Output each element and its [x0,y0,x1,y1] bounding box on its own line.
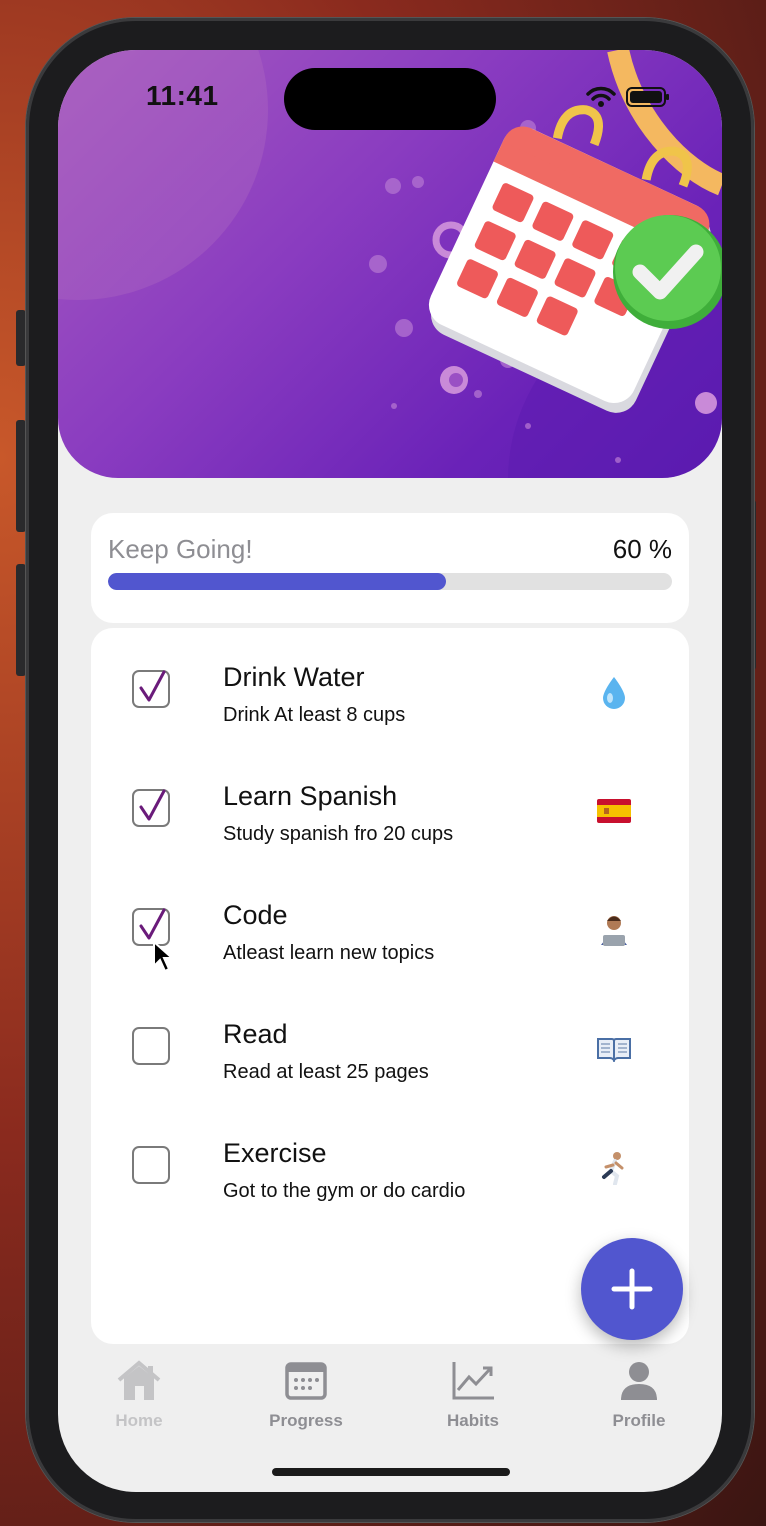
tab-profile[interactable]: Profile [584,1360,694,1431]
home-indicator[interactable] [272,1468,510,1476]
add-habit-button[interactable] [581,1238,683,1340]
progress-card: Keep Going! 60 % [91,513,689,623]
progress-bar [108,573,672,590]
habit-checkbox[interactable] [132,789,170,827]
tab-home[interactable]: Home [84,1360,194,1431]
technologist-icon [596,912,632,948]
habit-title: Learn Spanish [223,781,398,811]
app-screen: 11:41 Keep Going! 60 % Drink Water Drink… [58,50,722,1492]
droplet-icon [596,674,632,710]
habit-title: Drink Water [223,662,365,692]
calendar-icon [285,1362,327,1400]
volume-up-button [16,420,26,532]
progress-percent: 60 % [612,534,672,564]
tab-label: Home [115,1411,163,1430]
spain-flag-icon [596,793,632,829]
open-book-icon [596,1031,632,1067]
wifi-icon [586,86,616,107]
home-icon [117,1360,161,1400]
habit-subtitle: Read at least 25 pages [223,1061,429,1083]
action-button [16,310,26,366]
status-time: 11:41 [146,80,219,111]
tab-label: Habits [447,1411,499,1430]
tab-bar: Home Progress Habits Profile [58,1350,722,1450]
tab-progress[interactable]: Progress [251,1360,361,1431]
habit-list: Drink Water Drink At least 8 cups Learn … [91,628,689,1344]
checkmark-icon [139,789,166,821]
status-icons [586,86,670,108]
battery-icon [626,87,669,107]
checkmark-icon [139,670,166,702]
mouse-cursor-icon [153,940,175,973]
tab-habits[interactable]: Habits [418,1360,528,1431]
habit-title: Exercise [223,1138,327,1168]
runner-icon [596,1150,632,1186]
habit-subtitle: Got to the gym or do cardio [223,1180,466,1202]
list-item[interactable]: Exercise Got to the gym or do cardio [91,1128,689,1238]
habit-checkbox[interactable] [132,1146,170,1184]
habit-checkbox[interactable] [132,670,170,708]
plus-icon [611,1268,653,1310]
tab-label: Profile [612,1411,666,1430]
list-item[interactable]: Read Read at least 25 pages [91,1009,689,1119]
volume-down-button [16,564,26,676]
list-item[interactable]: Code Atleast learn new topics [91,890,689,1000]
progress-bar-fill [108,573,447,590]
progress-label: Keep Going! [108,534,253,564]
dynamic-island [284,68,496,130]
habit-title: Read [223,1019,288,1049]
habit-subtitle: Study spanish fro 20 cups [223,823,454,845]
list-item[interactable]: Learn Spanish Study spanish fro 20 cups [91,771,689,881]
habit-title: Code [223,900,288,930]
habit-subtitle: Atleast learn new topics [223,942,435,964]
list-item[interactable]: Drink Water Drink At least 8 cups [91,652,689,762]
habit-checkbox[interactable] [132,1027,170,1065]
person-icon [621,1362,657,1400]
chart-icon [452,1362,494,1400]
tab-label: Progress [269,1411,343,1430]
habit-subtitle: Drink At least 8 cups [223,704,406,726]
checkmark-icon [139,908,166,940]
